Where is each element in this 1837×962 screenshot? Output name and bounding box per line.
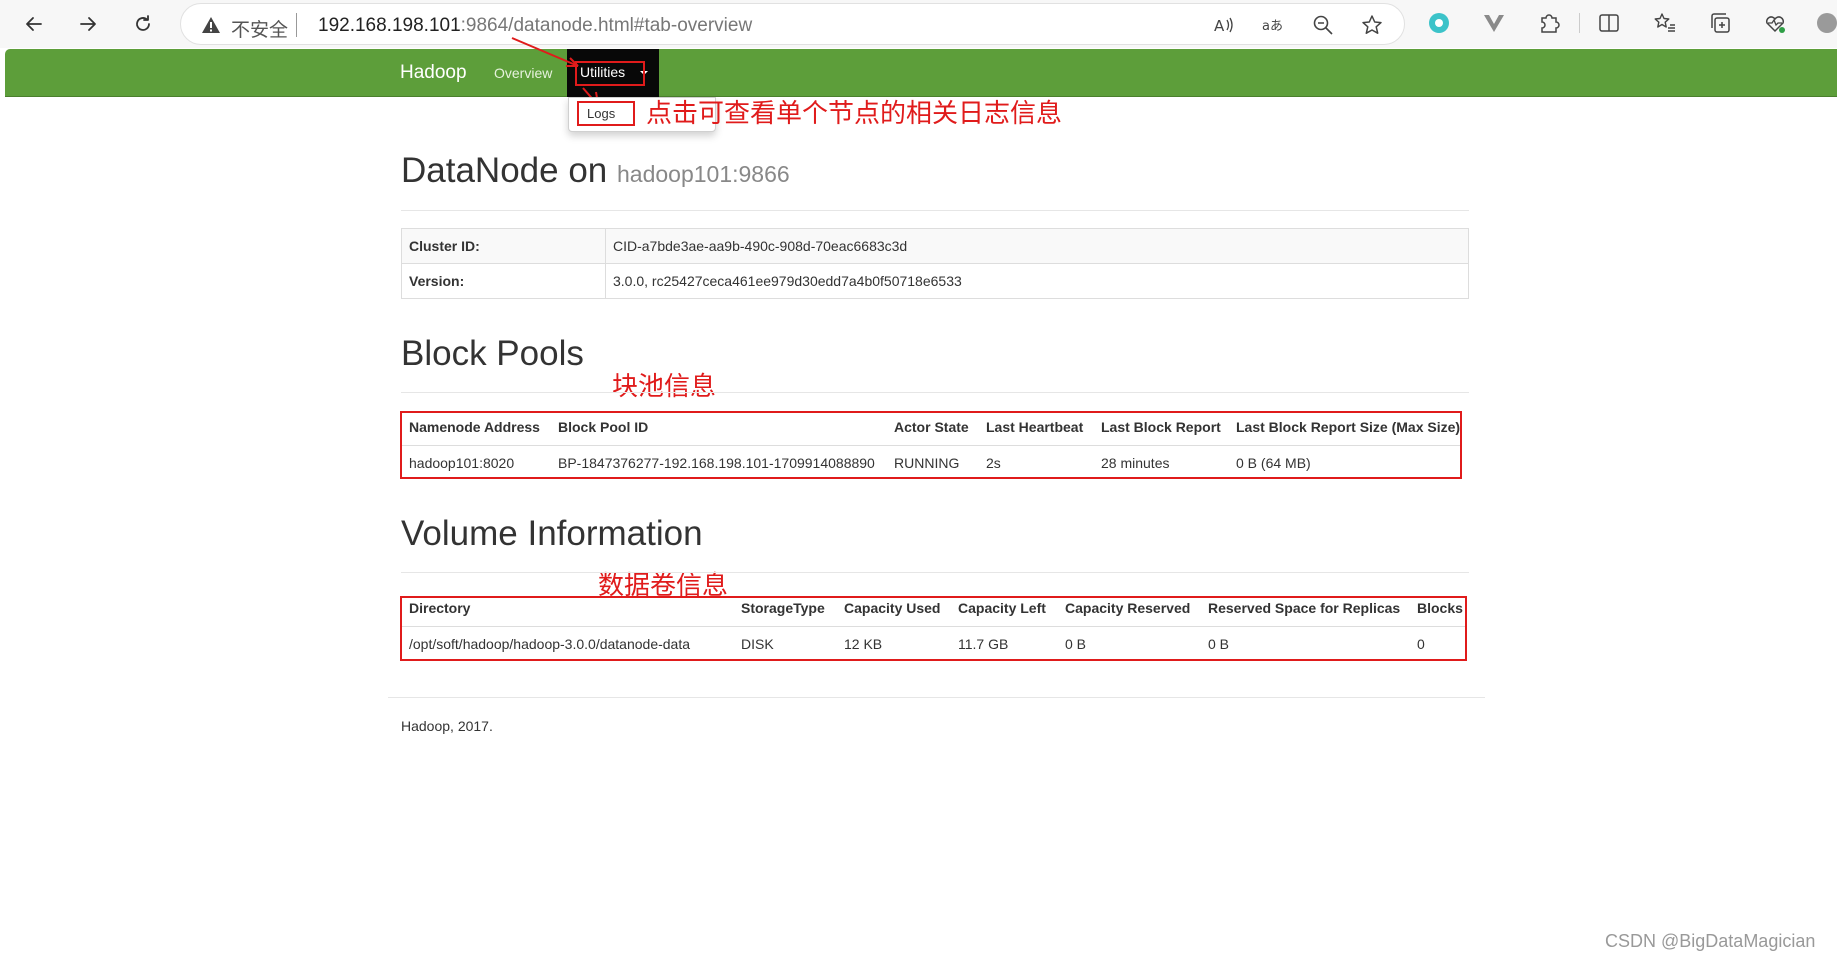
page-title: DataNode on hadoop101:9866 <box>401 151 790 191</box>
footer-text: Hadoop, 2017. <box>401 718 493 734</box>
block-pools-divider <box>401 392 1469 393</box>
cluster-id-value: CID-a7bde3ae-aa9b-490c-908d-70eac6683c3d <box>605 228 1469 264</box>
table-row: Cluster ID: CID-a7bde3ae-aa9b-490c-908d-… <box>401 228 1469 264</box>
volume-info-heading: Volume Information <box>401 514 703 553</box>
volume-highlight-box <box>400 596 1467 661</box>
version-value: 3.0.0, rc25427ceca461ee979d30edd7a4b0f50… <box>605 263 1469 299</box>
version-key: Version: <box>401 263 606 299</box>
page-title-text: DataNode on <box>401 151 608 190</box>
footer-divider <box>388 697 1485 698</box>
annotation-arrows <box>511 37 599 105</box>
csdn-watermark: CSDN @BigDataMagician <box>1605 931 1816 951</box>
table-row: Version: 3.0.0, rc25427ceca461ee979d30ed… <box>401 263 1469 299</box>
dropdown-item-logs[interactable]: Logs <box>577 101 635 126</box>
page-title-host: hadoop101:9866 <box>617 161 790 187</box>
volume-divider <box>401 572 1469 573</box>
block-pools-heading: Block Pools <box>401 334 584 373</box>
annotation-block-pools-note: 块池信息 <box>612 372 717 402</box>
block-pools-highlight-box <box>400 411 1462 479</box>
cluster-id-key: Cluster ID: <box>401 228 606 264</box>
overview-info-table: Cluster ID: CID-a7bde3ae-aa9b-490c-908d-… <box>401 228 1469 299</box>
annotation-logs-note: 点击可查看单个节点的相关日志信息 <box>646 99 1063 129</box>
title-divider <box>401 210 1469 211</box>
logs-label: Logs <box>587 106 616 121</box>
